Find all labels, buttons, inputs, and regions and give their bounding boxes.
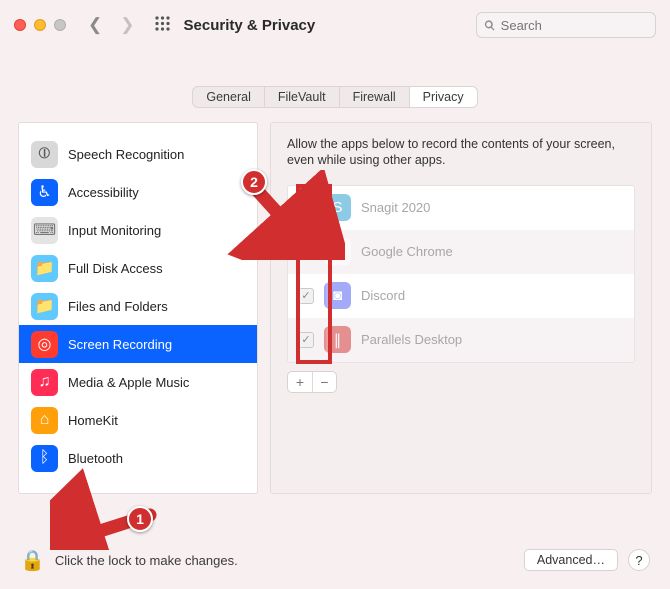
- app-row[interactable]: ◉ Google Chrome: [288, 230, 634, 274]
- privacy-sidebar: ⦶ Speech Recognition ♿︎ Accessibility ⌨ Input…: [18, 122, 258, 494]
- app-icon: ∥: [324, 326, 351, 353]
- tab-filevault[interactable]: FileVault: [264, 87, 339, 107]
- show-all-icon[interactable]: [155, 16, 170, 35]
- footer: 🔒 Click the lock to make changes. Advanc…: [0, 531, 670, 589]
- permission-description: Allow the apps below to record the conte…: [287, 136, 635, 169]
- sidebar-item-label: Input Monitoring: [68, 223, 161, 238]
- app-row[interactable]: ✓ S Snagit 2020: [288, 186, 634, 230]
- sidebar-item-speech-recognition[interactable]: ⦶ Speech Recognition: [19, 135, 257, 173]
- tab-firewall[interactable]: Firewall: [339, 87, 409, 107]
- app-icon: S: [324, 194, 351, 221]
- record-icon: ◎: [31, 331, 58, 358]
- help-button[interactable]: ?: [628, 549, 650, 571]
- sidebar-item-label: Accessibility: [68, 185, 139, 200]
- app-name: Google Chrome: [361, 244, 453, 259]
- sidebar-item-full-disk-access[interactable]: 📁 Full Disk Access: [19, 249, 257, 287]
- lock-hint-text: Click the lock to make changes.: [55, 553, 238, 568]
- add-app-button[interactable]: +: [288, 372, 312, 392]
- keyboard-icon: ⌨: [31, 217, 58, 244]
- app-name: Snagit 2020: [361, 200, 430, 215]
- sidebar-item-label: Media & Apple Music: [68, 375, 189, 390]
- privacy-detail-pane: Allow the apps below to record the conte…: [270, 122, 652, 494]
- sidebar-item-files-and-folders[interactable]: 📁 Files and Folders: [19, 287, 257, 325]
- add-remove-controls: + −: [287, 371, 337, 393]
- music-icon: ♫: [31, 369, 58, 396]
- tab-general[interactable]: General: [193, 87, 263, 107]
- sidebar-item-label: HomeKit: [68, 413, 118, 428]
- sidebar-item-accessibility[interactable]: ♿︎ Accessibility: [19, 173, 257, 211]
- folder-icon: 📁: [31, 293, 58, 320]
- sidebar-item-label: Full Disk Access: [68, 261, 163, 276]
- home-icon: ⌂: [31, 407, 58, 434]
- remove-app-button[interactable]: −: [312, 372, 336, 392]
- app-row[interactable]: ✓ ∥ Parallels Desktop: [288, 318, 634, 362]
- app-name: Parallels Desktop: [361, 332, 462, 347]
- window-title: Security & Privacy: [184, 17, 316, 34]
- sidebar-item-label: Screen Recording: [68, 337, 172, 352]
- app-checkbox[interactable]: ✓: [298, 288, 314, 304]
- advanced-button[interactable]: Advanced…: [524, 549, 618, 571]
- minimize-window-button[interactable]: [34, 19, 46, 31]
- lock-icon[interactable]: 🔒: [20, 548, 45, 573]
- sidebar-item-input-monitoring[interactable]: ⌨ Input Monitoring: [19, 211, 257, 249]
- app-name: Discord: [361, 288, 405, 303]
- sidebar-item-screen-recording[interactable]: ◎ Screen Recording: [19, 325, 257, 363]
- app-icon: ◉: [324, 238, 351, 265]
- sidebar-item-homekit[interactable]: ⌂ HomeKit: [19, 401, 257, 439]
- titlebar: ❮ ❯ Security & Privacy: [0, 0, 670, 50]
- sidebar-item-bluetooth[interactable]: ᛒ Bluetooth: [19, 439, 257, 477]
- bluetooth-icon: ᛒ: [31, 445, 58, 472]
- window-controls: [14, 19, 66, 31]
- nav-buttons: ❮ ❯: [88, 15, 135, 35]
- sidebar-item-label: Speech Recognition: [68, 147, 184, 162]
- sidebar-item-label: Bluetooth: [68, 451, 123, 466]
- app-checkbox[interactable]: [298, 244, 314, 260]
- apps-list: ✓ S Snagit 2020 ◉ Google Chrome ✓ ◙ Discord ✓ ∥ Pa…: [287, 185, 635, 363]
- forward-button: ❯: [120, 15, 134, 35]
- zoom-window-button: [54, 19, 66, 31]
- back-button[interactable]: ❮: [88, 15, 102, 35]
- app-row[interactable]: ✓ ◙ Discord: [288, 274, 634, 318]
- search-input[interactable]: [501, 18, 648, 33]
- close-window-button[interactable]: [14, 19, 26, 31]
- sidebar-item-media-apple-music[interactable]: ♫ Media & Apple Music: [19, 363, 257, 401]
- app-checkbox[interactable]: ✓: [298, 200, 314, 216]
- folder-icon: 📁: [31, 255, 58, 282]
- speech-icon: ⦶: [31, 141, 58, 168]
- app-icon: ◙: [324, 282, 351, 309]
- search-field[interactable]: [476, 12, 656, 38]
- annotation-step-2-badge: 2: [241, 169, 267, 195]
- sidebar-item-label: Files and Folders: [68, 299, 168, 314]
- tab-privacy[interactable]: Privacy: [409, 87, 477, 107]
- search-icon: [484, 19, 496, 32]
- tab-bar: GeneralFileVaultFirewallPrivacy: [0, 86, 670, 108]
- app-checkbox[interactable]: ✓: [298, 332, 314, 348]
- annotation-step-1-badge: 1: [127, 506, 153, 532]
- accessibility-icon: ♿︎: [31, 179, 58, 206]
